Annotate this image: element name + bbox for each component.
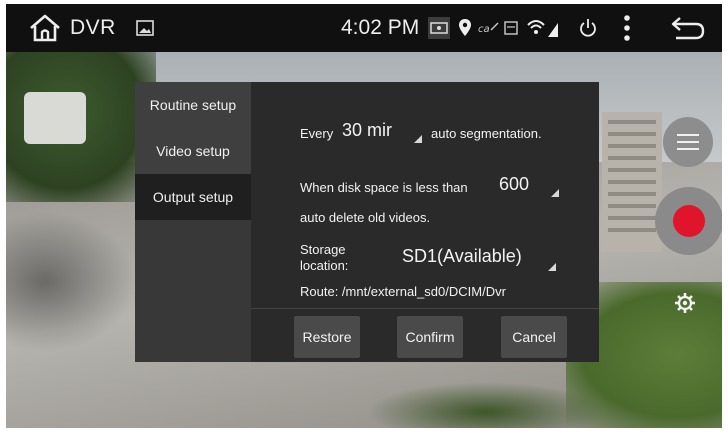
tab-label: Routine setup — [149, 97, 237, 113]
list-button[interactable] — [663, 117, 713, 167]
disk-threshold-label: When disk space is less than — [300, 180, 468, 195]
app-title: DVR — [70, 16, 116, 39]
segment-duration-value: 30 mir — [342, 120, 393, 140]
tab-output-setup[interactable]: Output setup — [135, 174, 251, 220]
back-icon[interactable] — [670, 14, 706, 42]
confirm-button[interactable]: Confirm — [397, 316, 463, 358]
storage-location-dropdown[interactable]: SD1(Available) — [402, 246, 556, 274]
feed-shadow — [6, 212, 136, 352]
record-button[interactable] — [655, 187, 722, 255]
restore-button[interactable]: Restore — [294, 316, 360, 358]
settings-tabs: Routine setup Video setup Output setup — [135, 82, 251, 362]
dropdown-corner-icon — [414, 135, 422, 143]
svg-text:ca: ca — [478, 24, 490, 35]
storage-location-label-line1: Storage — [300, 242, 346, 257]
divider — [251, 308, 599, 309]
disk-threshold-value: 600 — [499, 174, 530, 194]
list-icon-line — [677, 141, 699, 143]
status-bar: DVR 4:02 PM ca — [6, 4, 722, 52]
storage-location-value: SD1(Available) — [402, 246, 522, 266]
gear-icon[interactable] — [674, 292, 696, 314]
storage-icon — [504, 21, 518, 35]
segment-duration-dropdown[interactable]: 30 mir — [342, 120, 422, 146]
home-icon[interactable] — [28, 13, 62, 43]
auto-delete-label: auto delete old videos. — [300, 210, 431, 225]
list-icon-line — [677, 148, 699, 150]
screen-icon — [428, 17, 450, 39]
route-path: Route: /mnt/external_sd0/DCIM/Dvr — [300, 284, 506, 299]
tab-label: Output setup — [152, 189, 234, 205]
location-icon — [459, 19, 471, 36]
wifi-icon — [527, 20, 558, 37]
segment-prefix-label: Every — [300, 126, 334, 141]
disk-threshold-dropdown[interactable]: 600 — [499, 174, 559, 200]
segment-suffix-label: auto segmentation. — [431, 126, 542, 141]
power-icon — [580, 19, 596, 37]
tab-label: Video setup — [156, 143, 230, 159]
image-icon — [136, 20, 154, 36]
menu-dots-icon[interactable] — [622, 14, 632, 42]
clock: 4:02 PM — [341, 16, 420, 39]
list-icon-line — [677, 134, 699, 136]
tab-video-setup[interactable]: Video setup — [135, 128, 251, 174]
feed-grass-bottom — [366, 382, 606, 428]
settings-panel: Every 30 mir auto segmentation. When dis… — [251, 82, 599, 362]
tab-routine-setup[interactable]: Routine setup — [135, 82, 251, 128]
dropdown-corner-icon — [548, 263, 556, 271]
signal-icon: ca — [478, 22, 499, 35]
cancel-button[interactable]: Cancel — [501, 316, 567, 358]
dvr-screen: DVR 4:02 PM ca Routine setup Video setup… — [6, 4, 722, 428]
dropdown-corner-icon — [551, 189, 559, 197]
record-icon — [673, 205, 705, 237]
storage-location-label-line2: location: — [300, 258, 349, 273]
feed-building — [602, 112, 662, 252]
tabs-filler — [135, 220, 251, 362]
feed-van — [24, 92, 86, 144]
